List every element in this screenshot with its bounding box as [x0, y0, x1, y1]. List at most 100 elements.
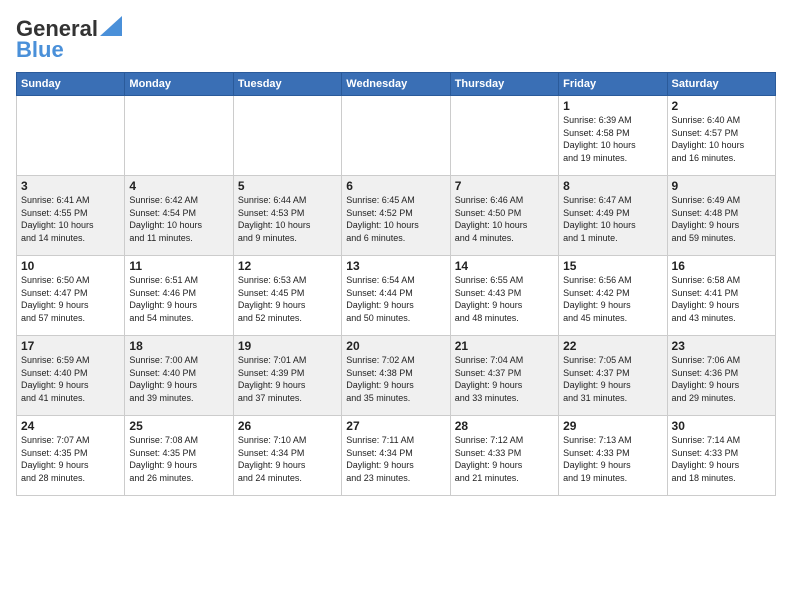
day-number: 1	[563, 99, 662, 113]
calendar-cell: 28Sunrise: 7:12 AM Sunset: 4:33 PM Dayli…	[450, 416, 558, 496]
day-number: 22	[563, 339, 662, 353]
calendar-cell: 25Sunrise: 7:08 AM Sunset: 4:35 PM Dayli…	[125, 416, 233, 496]
calendar-cell: 19Sunrise: 7:01 AM Sunset: 4:39 PM Dayli…	[233, 336, 341, 416]
calendar-row-5: 24Sunrise: 7:07 AM Sunset: 4:35 PM Dayli…	[17, 416, 776, 496]
calendar-cell: 14Sunrise: 6:55 AM Sunset: 4:43 PM Dayli…	[450, 256, 558, 336]
day-number: 18	[129, 339, 228, 353]
day-info: Sunrise: 7:11 AM Sunset: 4:34 PM Dayligh…	[346, 434, 445, 484]
day-info: Sunrise: 6:56 AM Sunset: 4:42 PM Dayligh…	[563, 274, 662, 324]
calendar-cell: 24Sunrise: 7:07 AM Sunset: 4:35 PM Dayli…	[17, 416, 125, 496]
calendar-cell: 16Sunrise: 6:58 AM Sunset: 4:41 PM Dayli…	[667, 256, 775, 336]
weekday-header-monday: Monday	[125, 73, 233, 96]
day-info: Sunrise: 7:05 AM Sunset: 4:37 PM Dayligh…	[563, 354, 662, 404]
calendar-cell	[450, 96, 558, 176]
weekday-header-saturday: Saturday	[667, 73, 775, 96]
day-number: 12	[238, 259, 337, 273]
day-number: 27	[346, 419, 445, 433]
day-info: Sunrise: 6:40 AM Sunset: 4:57 PM Dayligh…	[672, 114, 771, 164]
calendar-cell: 27Sunrise: 7:11 AM Sunset: 4:34 PM Dayli…	[342, 416, 450, 496]
day-info: Sunrise: 6:47 AM Sunset: 4:49 PM Dayligh…	[563, 194, 662, 244]
page: General Blue SundayMondayTuesdayWednesda…	[0, 0, 792, 612]
calendar-cell: 26Sunrise: 7:10 AM Sunset: 4:34 PM Dayli…	[233, 416, 341, 496]
day-number: 25	[129, 419, 228, 433]
day-info: Sunrise: 7:04 AM Sunset: 4:37 PM Dayligh…	[455, 354, 554, 404]
day-info: Sunrise: 7:13 AM Sunset: 4:33 PM Dayligh…	[563, 434, 662, 484]
calendar-cell: 20Sunrise: 7:02 AM Sunset: 4:38 PM Dayli…	[342, 336, 450, 416]
day-number: 30	[672, 419, 771, 433]
calendar-cell: 12Sunrise: 6:53 AM Sunset: 4:45 PM Dayli…	[233, 256, 341, 336]
calendar-cell: 10Sunrise: 6:50 AM Sunset: 4:47 PM Dayli…	[17, 256, 125, 336]
weekday-header-friday: Friday	[559, 73, 667, 96]
day-number: 2	[672, 99, 771, 113]
calendar-cell	[125, 96, 233, 176]
calendar-cell: 29Sunrise: 7:13 AM Sunset: 4:33 PM Dayli…	[559, 416, 667, 496]
calendar-cell: 2Sunrise: 6:40 AM Sunset: 4:57 PM Daylig…	[667, 96, 775, 176]
calendar-cell	[342, 96, 450, 176]
calendar-cell: 18Sunrise: 7:00 AM Sunset: 4:40 PM Dayli…	[125, 336, 233, 416]
day-number: 15	[563, 259, 662, 273]
day-info: Sunrise: 6:39 AM Sunset: 4:58 PM Dayligh…	[563, 114, 662, 164]
day-number: 24	[21, 419, 120, 433]
header-row: SundayMondayTuesdayWednesdayThursdayFrid…	[17, 73, 776, 96]
weekday-header-tuesday: Tuesday	[233, 73, 341, 96]
calendar-cell: 17Sunrise: 6:59 AM Sunset: 4:40 PM Dayli…	[17, 336, 125, 416]
weekday-header-thursday: Thursday	[450, 73, 558, 96]
calendar-cell: 23Sunrise: 7:06 AM Sunset: 4:36 PM Dayli…	[667, 336, 775, 416]
day-info: Sunrise: 7:10 AM Sunset: 4:34 PM Dayligh…	[238, 434, 337, 484]
day-info: Sunrise: 6:55 AM Sunset: 4:43 PM Dayligh…	[455, 274, 554, 324]
day-number: 3	[21, 179, 120, 193]
day-info: Sunrise: 7:14 AM Sunset: 4:33 PM Dayligh…	[672, 434, 771, 484]
calendar-cell: 3Sunrise: 6:41 AM Sunset: 4:55 PM Daylig…	[17, 176, 125, 256]
calendar-cell: 6Sunrise: 6:45 AM Sunset: 4:52 PM Daylig…	[342, 176, 450, 256]
day-info: Sunrise: 6:53 AM Sunset: 4:45 PM Dayligh…	[238, 274, 337, 324]
day-number: 14	[455, 259, 554, 273]
weekday-header-sunday: Sunday	[17, 73, 125, 96]
logo-blue-text: Blue	[16, 37, 64, 62]
logo: General Blue	[16, 16, 122, 62]
header: General Blue	[16, 16, 776, 62]
day-info: Sunrise: 6:44 AM Sunset: 4:53 PM Dayligh…	[238, 194, 337, 244]
calendar-cell: 15Sunrise: 6:56 AM Sunset: 4:42 PM Dayli…	[559, 256, 667, 336]
day-number: 16	[672, 259, 771, 273]
day-info: Sunrise: 7:01 AM Sunset: 4:39 PM Dayligh…	[238, 354, 337, 404]
weekday-header-wednesday: Wednesday	[342, 73, 450, 96]
day-number: 9	[672, 179, 771, 193]
calendar-cell: 4Sunrise: 6:42 AM Sunset: 4:54 PM Daylig…	[125, 176, 233, 256]
day-info: Sunrise: 7:07 AM Sunset: 4:35 PM Dayligh…	[21, 434, 120, 484]
calendar-cell: 13Sunrise: 6:54 AM Sunset: 4:44 PM Dayli…	[342, 256, 450, 336]
day-info: Sunrise: 7:00 AM Sunset: 4:40 PM Dayligh…	[129, 354, 228, 404]
day-info: Sunrise: 6:41 AM Sunset: 4:55 PM Dayligh…	[21, 194, 120, 244]
day-number: 23	[672, 339, 771, 353]
day-info: Sunrise: 6:51 AM Sunset: 4:46 PM Dayligh…	[129, 274, 228, 324]
day-info: Sunrise: 6:42 AM Sunset: 4:54 PM Dayligh…	[129, 194, 228, 244]
day-number: 17	[21, 339, 120, 353]
day-number: 20	[346, 339, 445, 353]
calendar-row-2: 3Sunrise: 6:41 AM Sunset: 4:55 PM Daylig…	[17, 176, 776, 256]
calendar-cell: 21Sunrise: 7:04 AM Sunset: 4:37 PM Dayli…	[450, 336, 558, 416]
day-number: 4	[129, 179, 228, 193]
day-info: Sunrise: 7:06 AM Sunset: 4:36 PM Dayligh…	[672, 354, 771, 404]
day-info: Sunrise: 6:46 AM Sunset: 4:50 PM Dayligh…	[455, 194, 554, 244]
calendar-row-3: 10Sunrise: 6:50 AM Sunset: 4:47 PM Dayli…	[17, 256, 776, 336]
calendar-table: SundayMondayTuesdayWednesdayThursdayFrid…	[16, 72, 776, 496]
day-info: Sunrise: 6:50 AM Sunset: 4:47 PM Dayligh…	[21, 274, 120, 324]
day-info: Sunrise: 6:54 AM Sunset: 4:44 PM Dayligh…	[346, 274, 445, 324]
day-number: 11	[129, 259, 228, 273]
day-info: Sunrise: 7:08 AM Sunset: 4:35 PM Dayligh…	[129, 434, 228, 484]
calendar-cell	[17, 96, 125, 176]
calendar-cell: 22Sunrise: 7:05 AM Sunset: 4:37 PM Dayli…	[559, 336, 667, 416]
calendar-cell: 8Sunrise: 6:47 AM Sunset: 4:49 PM Daylig…	[559, 176, 667, 256]
day-info: Sunrise: 6:45 AM Sunset: 4:52 PM Dayligh…	[346, 194, 445, 244]
calendar-cell	[233, 96, 341, 176]
day-number: 5	[238, 179, 337, 193]
day-number: 13	[346, 259, 445, 273]
calendar-cell: 5Sunrise: 6:44 AM Sunset: 4:53 PM Daylig…	[233, 176, 341, 256]
day-number: 10	[21, 259, 120, 273]
calendar-cell: 11Sunrise: 6:51 AM Sunset: 4:46 PM Dayli…	[125, 256, 233, 336]
day-info: Sunrise: 6:49 AM Sunset: 4:48 PM Dayligh…	[672, 194, 771, 244]
day-number: 7	[455, 179, 554, 193]
day-number: 28	[455, 419, 554, 433]
calendar-row-1: 1Sunrise: 6:39 AM Sunset: 4:58 PM Daylig…	[17, 96, 776, 176]
calendar-cell: 9Sunrise: 6:49 AM Sunset: 4:48 PM Daylig…	[667, 176, 775, 256]
calendar-cell: 30Sunrise: 7:14 AM Sunset: 4:33 PM Dayli…	[667, 416, 775, 496]
